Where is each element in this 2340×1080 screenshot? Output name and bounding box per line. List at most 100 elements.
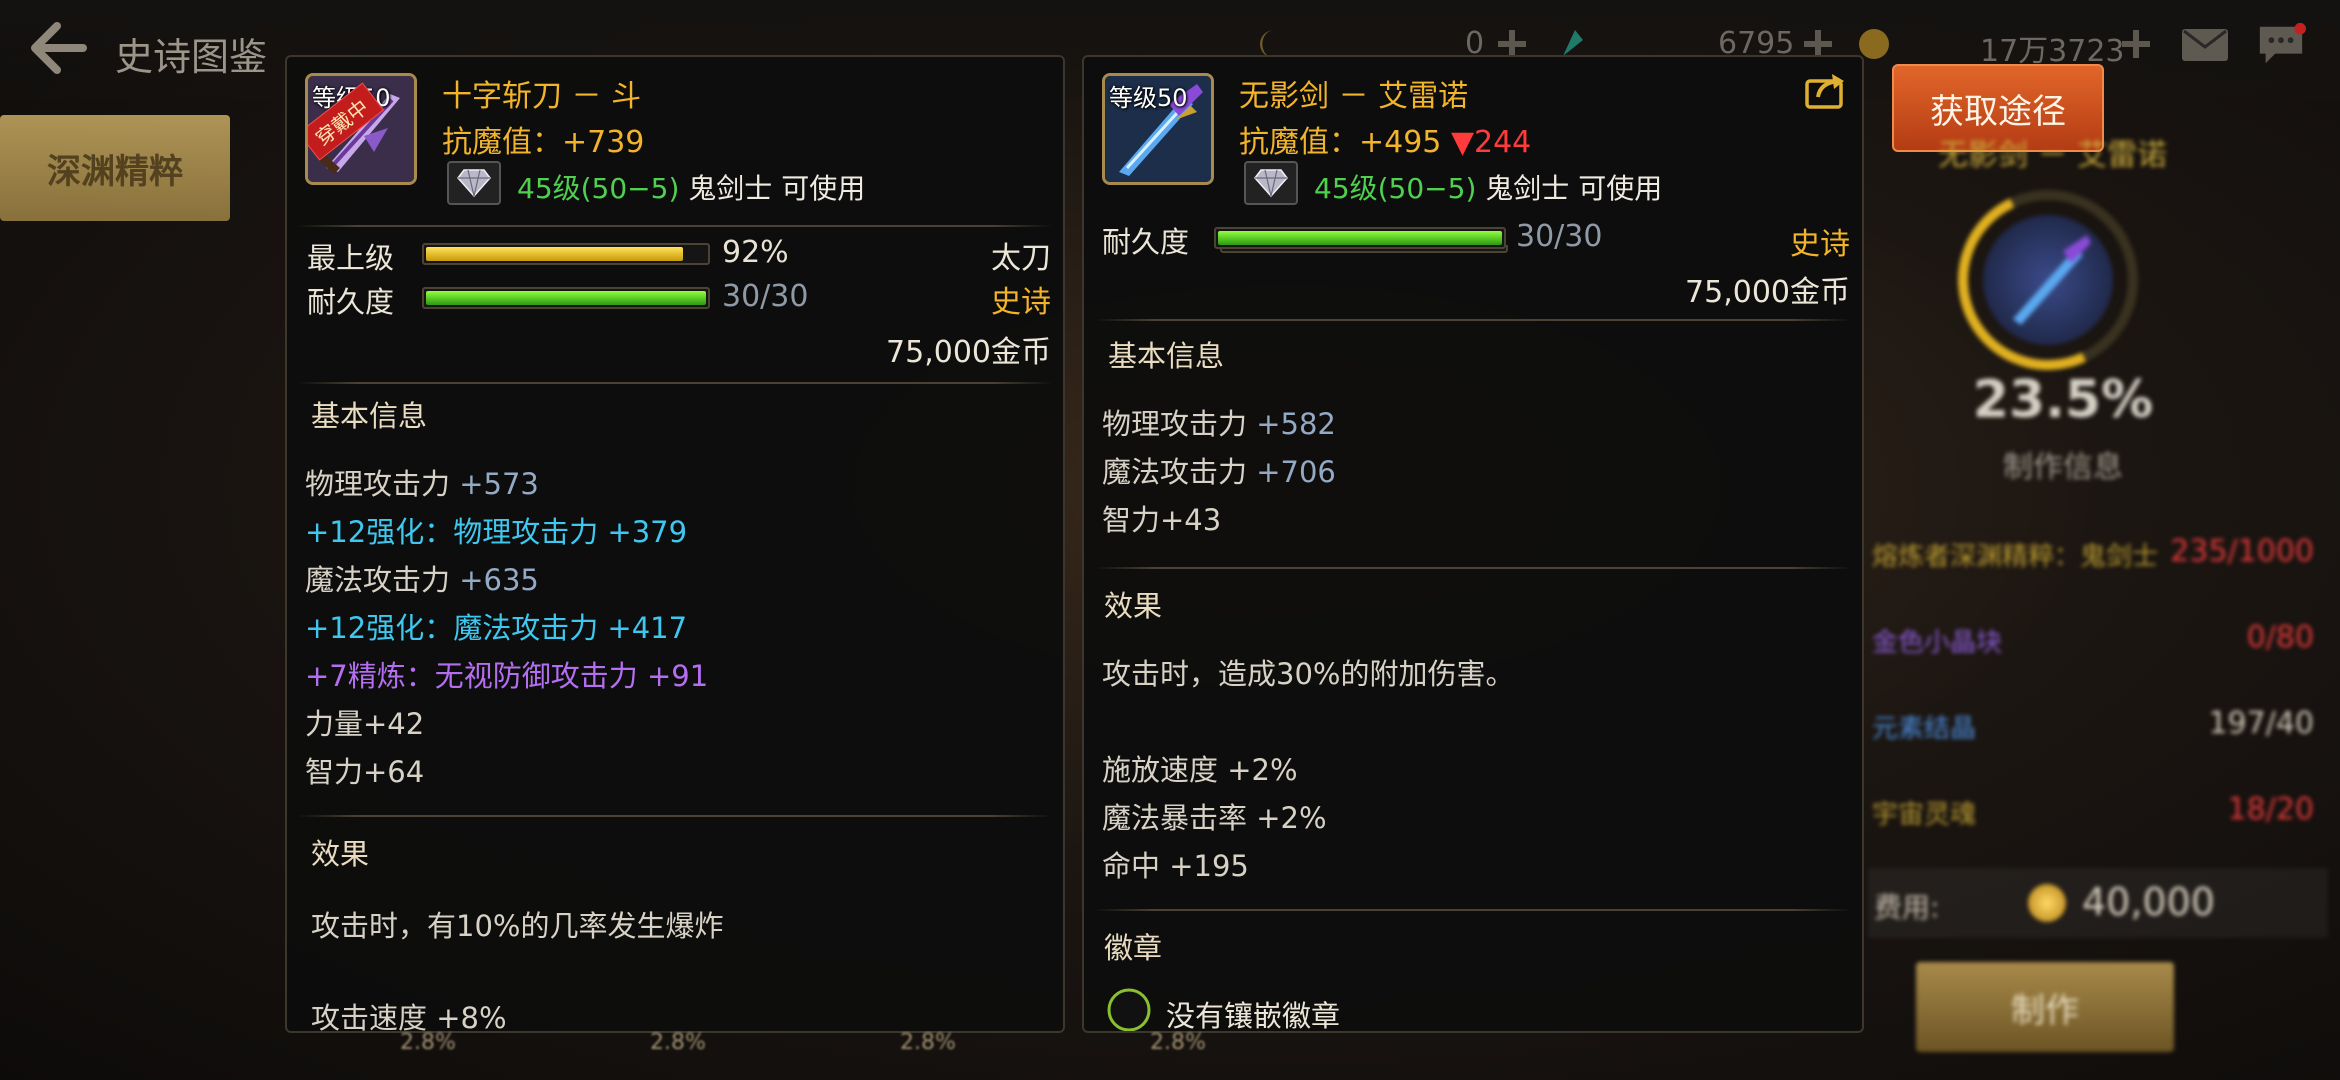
back-arrow-icon: [31, 22, 87, 74]
item-price: 75,000金币: [1685, 275, 1850, 310]
durability-bar-fill: [1218, 231, 1502, 245]
stat-strength: 力量+42: [305, 707, 425, 741]
divider: [1094, 567, 1852, 569]
craft-item-name: 无影剑 － 艾雷诺: [1938, 138, 2168, 173]
stat-hit: 命中 +195: [1102, 849, 1249, 883]
stat-magic-attack: 魔法攻击力 +635: [305, 563, 539, 597]
category-tab-abyss-essence[interactable]: 深渊精粹: [0, 115, 230, 221]
empty-emblem-slot-icon: [1107, 988, 1151, 1031]
material-name: 宇宙灵魂: [1872, 800, 1977, 830]
strip-rate: 2.8%: [900, 1030, 956, 1055]
material-name: 熔炼者深渊精粹：鬼剑士: [1872, 542, 2159, 572]
stat-magic-enhance: +12强化：魔法攻击力 +417: [305, 611, 688, 645]
bottom-item-strip: 2.8% 2.8% 2.8% 2.8%: [290, 1030, 1850, 1070]
durability-bar: [1214, 227, 1506, 249]
stat-physical-enhance: +12强化：物理攻击力 +379: [305, 515, 688, 549]
grade-value: 92%: [722, 235, 789, 270]
usable-requirement: 45级(50−5) 鬼剑士 可使用: [1314, 167, 1662, 207]
durability-value: 30/30: [722, 279, 809, 314]
emblem-title: 徽章: [1104, 931, 1163, 965]
durability-label: 耐久度: [1102, 225, 1190, 259]
material-qty: 18/20: [2227, 792, 2314, 827]
usable-class: 鬼剑士 可使用: [679, 172, 866, 205]
usable-level: 45级(50−5): [1314, 172, 1477, 205]
material-row[interactable]: 金色小晶块 0/80: [1868, 612, 2328, 668]
material-name: 元素结晶: [1872, 714, 1977, 744]
material-row[interactable]: 宇宙灵魂 18/20: [1868, 784, 2328, 840]
material-row[interactable]: 熔炼者深渊精粹：鬼剑士 235/1000: [1868, 526, 2328, 582]
equipped-item-tooltip: 等级50 穿戴中 十字斩刀 － 斗 抗魔值：+739 45级(50−5) 鬼剑士…: [285, 55, 1065, 1033]
chat-icon: [2259, 22, 2306, 64]
material-qty: 235/1000: [2170, 534, 2314, 569]
item-name: 十字斩刀 － 斗: [442, 79, 642, 114]
item-price: 75,000金币: [886, 335, 1051, 370]
sword-icon: [2013, 235, 2091, 325]
rarity-label: 史诗: [1790, 227, 1850, 262]
rarity-label: 史诗: [991, 285, 1051, 320]
magic-resistance: 抗魔值：+495 ▼244: [1239, 125, 1532, 160]
craft-panel: 无影剑 － 艾雷诺 23.5% 制作信息 熔炼者深渊精粹：鬼剑士 235/100…: [1868, 130, 2328, 1080]
material-name: 金色小晶块: [1872, 628, 2003, 658]
durability-bar: [422, 287, 710, 309]
magic-resistance: 抗魔值：+739: [442, 125, 645, 160]
chat-button[interactable]: [2256, 22, 2306, 68]
gold-coin-icon: [2028, 884, 2066, 922]
stat-physical-attack: 物理攻击力 +573: [305, 467, 539, 501]
effect-text: 攻击时，造成30%的附加伤害。: [1102, 657, 1515, 691]
grade-label: 最上级: [307, 241, 395, 275]
item-level-tag: 等级50: [1109, 84, 1188, 112]
effect-title: 效果: [311, 837, 370, 871]
material-row[interactable]: 元素结晶 197/40: [1868, 698, 2328, 754]
item-name: 无影剑 － 艾雷诺: [1239, 79, 1469, 114]
craft-fee: 费用: 40,000: [1868, 868, 2328, 938]
craft-button[interactable]: 制作: [1916, 962, 2174, 1052]
stat-magic-crit: 魔法暴击率 +2%: [1102, 801, 1327, 835]
emblem-empty-text: 没有镶嵌徽章: [1166, 999, 1341, 1033]
craft-progress-percent: 23.5%: [1972, 370, 2154, 430]
mail-icon: [2182, 29, 2228, 61]
stat-intelligence: 智力+43: [1102, 503, 1222, 537]
divider: [1094, 319, 1852, 321]
stat-magic-attack: 魔法攻击力 +706: [1102, 455, 1336, 489]
usable-level: 45级(50−5): [517, 172, 680, 205]
compare-item-tooltip: 等级50 无影剑 － 艾雷诺 抗魔值：+495 ▼244 45级(50−5) 鬼…: [1082, 55, 1864, 1033]
strip-rate: 2.8%: [1150, 1030, 1206, 1055]
gem-icon: [1244, 161, 1298, 205]
effect-title: 效果: [1104, 589, 1163, 623]
durability-label: 耐久度: [307, 285, 395, 319]
stat-cast-speed: 施放速度 +2%: [1102, 753, 1298, 787]
effect-text: 攻击时，有10%的几率发生爆炸: [311, 909, 724, 943]
basic-info-title: 基本信息: [311, 399, 428, 433]
item-icon-shadow-sword: 等级50: [1102, 73, 1214, 185]
stat-intelligence: 智力+64: [305, 755, 425, 789]
stat-refine: +7精炼：无视防御攻击力 +91: [305, 659, 709, 693]
gem-icon: [447, 161, 501, 205]
durability-value: 30/30: [1516, 219, 1603, 254]
material-qty: 197/40: [2208, 706, 2314, 741]
material-qty: 0/80: [2246, 620, 2314, 655]
page-title: 史诗图鉴: [115, 35, 268, 79]
grade-bar: [422, 243, 710, 265]
fee-label: 费用:: [1874, 891, 1940, 924]
mail-button[interactable]: [2180, 22, 2230, 68]
plus-icon[interactable]: [2118, 26, 2154, 62]
basic-info-title: 基本信息: [1108, 339, 1225, 373]
strip-rate: 2.8%: [400, 1030, 456, 1055]
item-icon-cross-blade: 等级50 穿戴中: [305, 73, 417, 185]
strip-rate: 2.8%: [650, 1030, 706, 1055]
fee-value: 40,000: [2082, 880, 2215, 924]
grade-bar-fill: [426, 247, 684, 261]
effect-attack-speed: 攻击速度 +8%: [311, 1001, 507, 1033]
durability-bar-fill: [426, 291, 706, 305]
weapon-type: 太刀: [991, 241, 1051, 276]
stat-physical-attack: 物理攻击力 +582: [1102, 407, 1336, 441]
divider: [297, 815, 1053, 817]
usable-requirement: 45级(50−5) 鬼剑士 可使用: [517, 167, 865, 207]
craft-item-icon: [1983, 215, 2113, 345]
divider: [297, 382, 1053, 384]
usable-class: 鬼剑士 可使用: [1476, 172, 1663, 205]
back-button[interactable]: [18, 18, 98, 78]
magic-resistance-diff: ▼244: [1450, 125, 1532, 160]
craft-info-label[interactable]: 制作信息: [1963, 442, 2163, 486]
share-icon[interactable]: [1804, 71, 1848, 111]
